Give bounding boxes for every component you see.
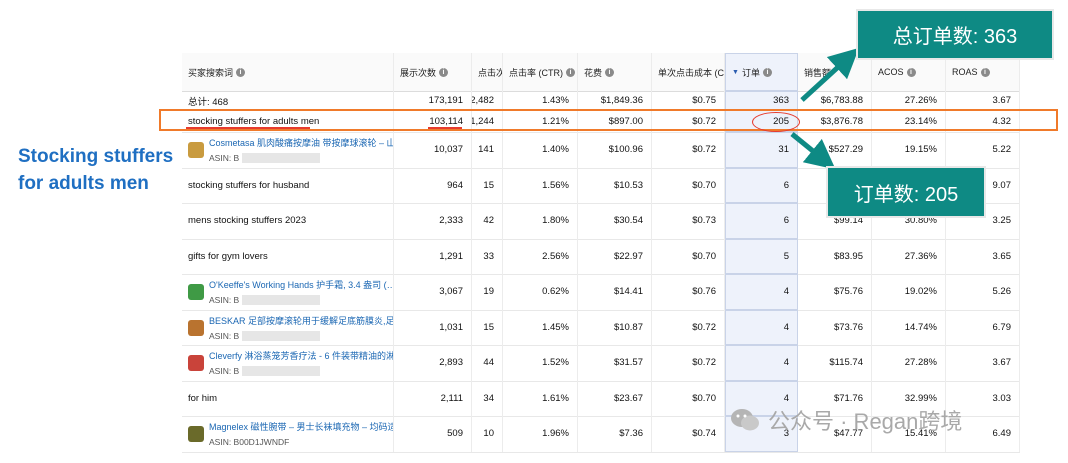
watermark: 公众号 · Regan跨境 — [730, 404, 962, 436]
wechat-icon — [731, 409, 759, 431]
arrow-up — [800, 47, 860, 102]
callout-total-orders: 总订单数: 363 — [856, 9, 1054, 60]
callout-row-orders: 订单数: 205 — [826, 166, 986, 218]
callout-arrows — [790, 47, 860, 170]
arrow-down — [790, 132, 836, 170]
watermark-text: 公众号 · Regan跨境 — [768, 409, 963, 434]
